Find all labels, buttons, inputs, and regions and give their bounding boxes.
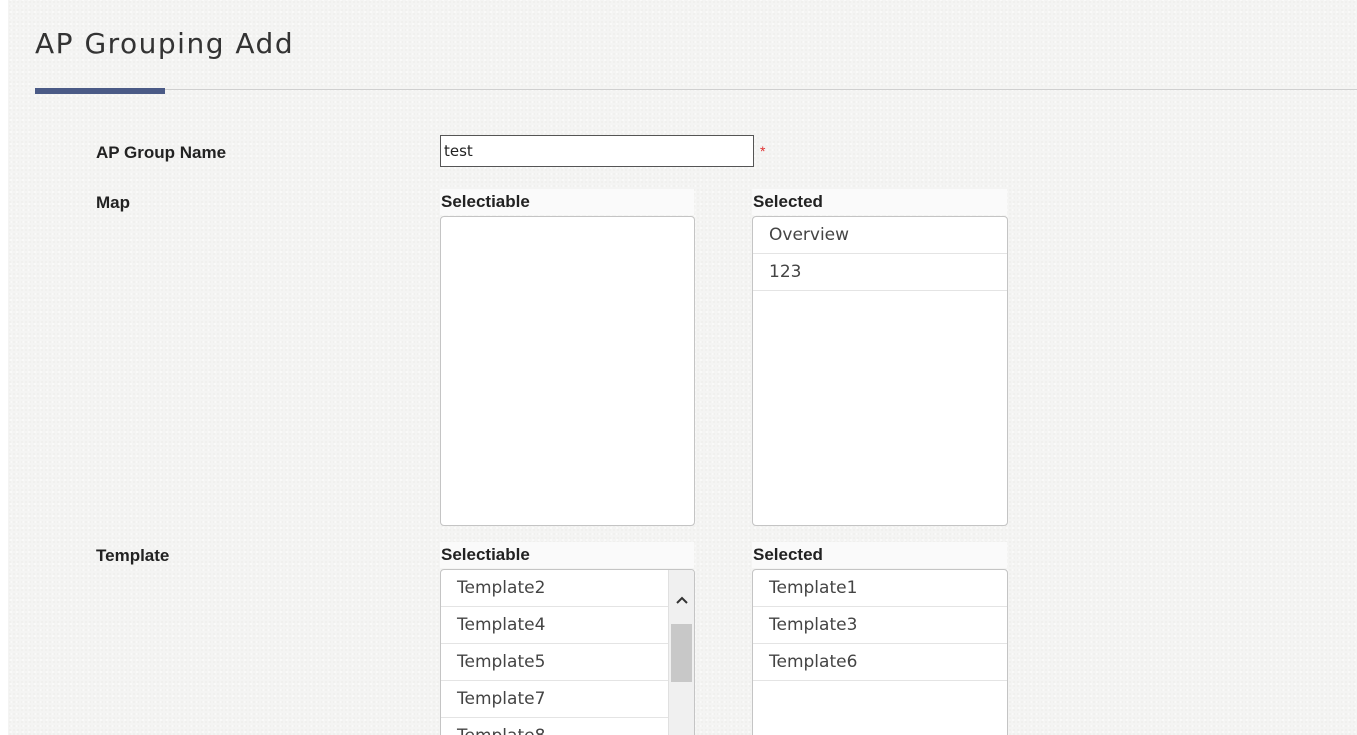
required-marker: * — [760, 143, 766, 159]
ap-group-name-input[interactable] — [440, 135, 754, 167]
ap-group-name-label: AP Group Name — [96, 143, 227, 162]
list-item[interactable]: Overview — [753, 217, 1007, 254]
page-title: AP Grouping Add — [35, 27, 295, 60]
list-item[interactable]: Template6 — [753, 644, 1007, 681]
chevron-up-icon[interactable] — [669, 590, 694, 610]
scrollbar-thumb[interactable] — [671, 624, 692, 682]
list-item[interactable]: 123 — [753, 254, 1007, 291]
map-label: Map — [96, 193, 130, 212]
list-item[interactable]: Template1 — [753, 570, 1007, 607]
map-selectable-list[interactable] — [440, 216, 695, 526]
template-label: Template — [96, 546, 170, 565]
page-background: AP Grouping Add AP Group Name * Map Sele… — [0, 0, 1357, 735]
title-divider — [35, 89, 1357, 90]
list-item[interactable]: Template8 — [441, 718, 694, 735]
template-selected-header: Selected — [752, 542, 1007, 568]
map-selectable-header: Selectiable — [440, 189, 694, 215]
template-selected-list[interactable]: Template1 Template3 Template6 — [752, 569, 1008, 735]
list-item[interactable]: Template3 — [753, 607, 1007, 644]
title-accent-bar — [35, 88, 165, 94]
list-item[interactable]: Template2 — [441, 570, 694, 607]
list-item[interactable]: Template7 — [441, 681, 694, 718]
list-item[interactable]: Template5 — [441, 644, 694, 681]
map-selected-list[interactable]: Overview 123 — [752, 216, 1008, 526]
left-edge — [0, 0, 8, 735]
template-selectable-header: Selectiable — [440, 542, 694, 568]
map-selected-header: Selected — [752, 189, 1007, 215]
list-scrollbar[interactable] — [668, 570, 694, 735]
template-selectable-list[interactable]: Template2 Template4 Template5 Template7 … — [440, 569, 695, 735]
list-item[interactable]: Template4 — [441, 607, 694, 644]
